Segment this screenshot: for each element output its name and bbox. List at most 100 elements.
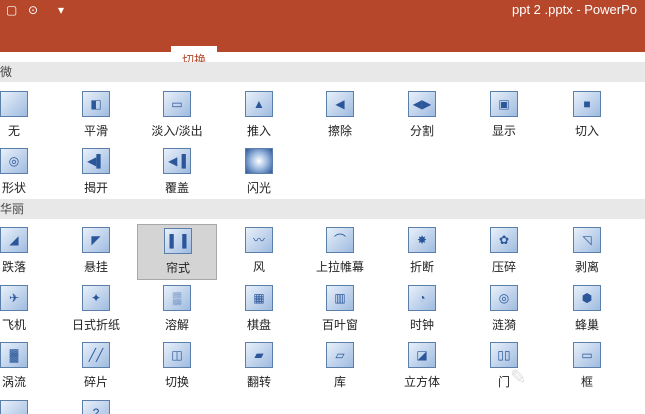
transition-wind-label: 风 <box>252 260 265 274</box>
transition-cover[interactable]: ◀▐ 覆盖 <box>137 145 217 201</box>
transition-airplane-label: 飞机 <box>1 318 26 332</box>
transition-peel-off[interactable]: ◹ 剥离 <box>547 224 627 280</box>
transition-fall-over-label: 跌落 <box>1 260 26 274</box>
transition-blinds[interactable]: ▥ 百叶窗 <box>300 282 380 338</box>
transition-shred-label: 碎片 <box>83 375 108 389</box>
transition-crush-label: 压碎 <box>491 260 516 274</box>
transition-fracture-label: 折断 <box>409 260 434 274</box>
transition-shred[interactable]: ╱╱ 碎片 <box>56 339 136 395</box>
ribbon-tabs: 插入 绘图 设计 切换 动画 幻灯片放映 审阅 视图 录制 帮助 PDF工具集 <box>0 22 645 74</box>
drape-icon: ◤ <box>82 227 110 253</box>
reveal-icon: ▣ <box>490 91 518 117</box>
transition-morph[interactable]: ◧ 平滑 <box>56 88 136 144</box>
curtains-icon: ▌▐ <box>164 228 192 254</box>
transition-peel-off-label: 剥离 <box>574 260 599 274</box>
transition-vortex-label: 涡流 <box>1 375 26 389</box>
cover-icon: ◀▐ <box>163 148 191 174</box>
transition-dissolve-label: 溶解 <box>164 318 189 332</box>
checkerboard-icon: ▦ <box>245 285 273 311</box>
transition-prestige-label: 上拉帷幕 <box>315 260 364 274</box>
uncover-icon: ◀▌ <box>82 148 110 174</box>
transition-doors[interactable]: ▯▯ 门 <box>464 339 544 395</box>
transition-switch-label: 切换 <box>164 375 189 389</box>
transition-fade[interactable]: ▭ 淡入/淡出 <box>137 88 217 144</box>
title-bar: ▢ ⊙ ▾ ppt 2 .pptx - PowerPo <box>0 0 645 22</box>
transition-none[interactable]: 无 <box>0 88 54 144</box>
transition-honeycomb-label: 蜂巢 <box>574 318 599 332</box>
origami-icon: ✦ <box>82 285 110 311</box>
transition-flip[interactable]: ▰ 翻转 <box>219 339 299 395</box>
customize-toolbar-icon[interactable]: ▾ <box>58 3 64 17</box>
switch-icon: ◫ <box>163 342 191 368</box>
transition-uncover-label: 揭开 <box>83 181 108 195</box>
transition-push-label: 推入 <box>246 124 271 138</box>
transition-clock-label: 时钟 <box>409 318 434 332</box>
crush-icon: ✿ <box>490 227 518 253</box>
dissolve-icon: ▒ <box>163 285 191 311</box>
ripple-icon: ◎ <box>490 285 518 311</box>
transition-origami[interactable]: ✦ 日式折纸 <box>56 282 136 338</box>
transition-reveal-label: 显示 <box>491 124 516 138</box>
vortex-icon: ▓ <box>0 342 28 368</box>
transition-morph-label: 平滑 <box>83 124 108 138</box>
transition-cube[interactable]: ◪ 立方体 <box>382 339 462 395</box>
transition-partial-1[interactable] <box>0 397 54 414</box>
transition-origami-label: 日式折纸 <box>71 318 120 332</box>
flip-icon: ▰ <box>245 342 273 368</box>
transition-wipe-label: 擦除 <box>327 124 352 138</box>
airplane-icon: ✈ <box>0 285 28 311</box>
transition-crush[interactable]: ✿ 压碎 <box>464 224 544 280</box>
transition-box[interactable]: ▭ 框 <box>547 339 627 395</box>
transition-flash[interactable]: 闪光 <box>219 145 299 201</box>
presentation-icon[interactable]: ⊙ <box>28 3 38 17</box>
transition-dissolve[interactable]: ▒ 溶解 <box>137 282 217 338</box>
push-up-icon: ▲ <box>245 91 273 117</box>
partial-transition-icon <box>0 400 28 414</box>
transition-cube-label: 立方体 <box>403 375 440 389</box>
transition-switch[interactable]: ◫ 切换 <box>137 339 217 395</box>
document-title: ppt 2 .pptx - PowerPo <box>512 2 638 17</box>
save-icon[interactable]: ▢ <box>6 3 17 17</box>
transition-fade-label: 淡入/淡出 <box>151 124 203 138</box>
transition-random[interactable]: ? <box>56 397 136 414</box>
transition-none-label: 无 <box>7 124 20 138</box>
clock-icon: ◔ <box>408 285 436 311</box>
transition-shape[interactable]: ◎ 形状 <box>0 145 54 201</box>
transition-clock[interactable]: ◔ 时钟 <box>382 282 462 338</box>
transition-vortex[interactable]: ▓ 涡流 <box>0 339 54 395</box>
transition-blinds-label: 百叶窗 <box>321 318 358 332</box>
transition-prestige[interactable]: ⌒ 上拉帷幕 <box>300 224 380 280</box>
fall-over-icon: ◢ <box>0 227 28 253</box>
transition-ripple-label: 涟漪 <box>491 318 516 332</box>
transition-curtains[interactable]: ▌▐ 帘式 <box>137 224 217 280</box>
shape-circle-icon: ◎ <box>0 148 28 174</box>
transition-box-label: 框 <box>580 375 593 389</box>
transition-uncover[interactable]: ◀▌ 揭开 <box>56 145 136 201</box>
transition-checkerboard-label: 棋盘 <box>246 318 271 332</box>
transition-wipe[interactable]: ◀ 擦除 <box>300 88 380 144</box>
shred-icon: ╱╱ <box>82 342 110 368</box>
transition-cut[interactable]: ■ 切入 <box>547 88 627 144</box>
transition-gallery[interactable]: ▱ 库 <box>300 339 380 395</box>
transition-airplane[interactable]: ✈ 飞机 <box>0 282 54 338</box>
transition-drape-label: 悬挂 <box>83 260 108 274</box>
transition-fall-over[interactable]: ◢ 跌落 <box>0 224 54 280</box>
wind-icon: 〰 <box>245 227 273 253</box>
transition-shape-label: 形状 <box>1 181 26 195</box>
transition-reveal[interactable]: ▣ 显示 <box>464 88 544 144</box>
transition-doors-label: 门 <box>497 375 510 389</box>
transition-split[interactable]: ◀▶ 分割 <box>382 88 462 144</box>
transition-none-icon <box>0 91 28 117</box>
transition-drape[interactable]: ◤ 悬挂 <box>56 224 136 280</box>
transition-wind[interactable]: 〰 风 <box>219 224 299 280</box>
transition-cut-label: 切入 <box>574 124 599 138</box>
transition-checkerboard[interactable]: ▦ 棋盘 <box>219 282 299 338</box>
split-arrows-icon: ◀▶ <box>408 91 436 117</box>
transition-honeycomb[interactable]: ⬢ 蜂巢 <box>547 282 627 338</box>
transition-push[interactable]: ▲ 推入 <box>219 88 299 144</box>
transition-fracture[interactable]: ✸ 折断 <box>382 224 462 280</box>
cut-icon: ■ <box>573 91 601 117</box>
transition-cover-label: 覆盖 <box>164 181 189 195</box>
transition-gallery-label: 库 <box>333 375 346 389</box>
transition-ripple[interactable]: ◎ 涟漪 <box>464 282 544 338</box>
